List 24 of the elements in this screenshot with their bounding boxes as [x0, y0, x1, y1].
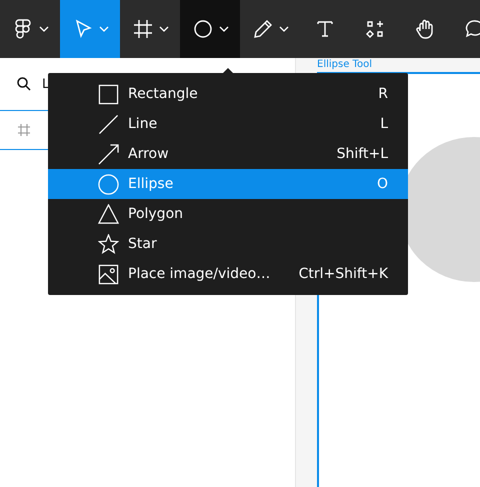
image-icon: [98, 264, 119, 284]
menu-item[interactable]: Line L: [48, 109, 408, 139]
toolbar-tool[interactable]: [180, 0, 240, 58]
chevron-icon: [219, 26, 229, 32]
circle-icon: [98, 174, 119, 194]
menu-item[interactable]: Star: [48, 229, 408, 259]
chevron-icon: [279, 26, 289, 32]
chevron-icon: [159, 26, 169, 32]
menu-item[interactable]: Polygon: [48, 199, 408, 229]
chevron-icon: [39, 26, 49, 32]
search-icon: [16, 76, 32, 92]
star-icon: [98, 234, 119, 254]
chevron-icon: [99, 26, 109, 32]
frame-label: Ellipse Tool: [317, 58, 372, 71]
arrow-icon: [98, 144, 119, 164]
menu-item[interactable]: Arrow Shift+L: [48, 139, 408, 169]
frame-icon: [131, 17, 155, 41]
triangle-icon: [98, 204, 119, 224]
frame-icon: [16, 122, 32, 138]
menu-item[interactable]: Ellipse O: [48, 169, 408, 199]
menu-item[interactable]: Place image/video… Ctrl+Shift+K: [48, 259, 408, 289]
square-icon: [98, 84, 119, 104]
menu-item[interactable]: Rectangle R: [48, 79, 408, 109]
line-icon: [98, 114, 119, 134]
